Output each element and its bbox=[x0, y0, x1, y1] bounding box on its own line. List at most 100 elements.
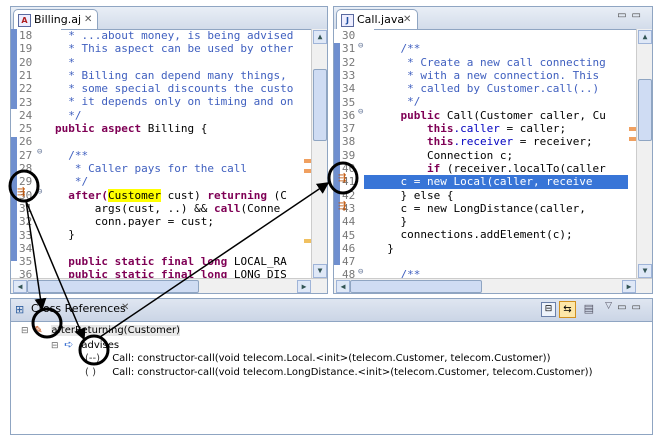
code-line[interactable]: after(Customer cust) returning (C bbox=[55, 188, 297, 202]
code-text: * Billing can depend many things, bbox=[55, 68, 287, 82]
fold-toggle-icon[interactable]: ⊖ bbox=[358, 41, 363, 51]
code-line[interactable]: * This aspect can be used by other bbox=[55, 42, 297, 55]
scroll-thumb[interactable] bbox=[638, 79, 652, 141]
code-line[interactable]: * some special discounts the custo bbox=[55, 82, 297, 95]
code-text: Billing { bbox=[141, 122, 208, 136]
code-line[interactable]: public Call(Customer caller, Cu bbox=[374, 109, 628, 122]
code-line[interactable]: * bbox=[55, 56, 297, 69]
code-line[interactable]: if (receiver.localTo(caller bbox=[374, 162, 628, 175]
line-number: 47 bbox=[342, 255, 356, 269]
call-code[interactable]: /** * Create a new call connecting * wit… bbox=[364, 29, 628, 281]
code-line[interactable]: */ bbox=[55, 175, 297, 188]
view-menu-icon[interactable]: ▽ bbox=[605, 301, 612, 311]
code-line[interactable]: * Billing can depend many things, bbox=[55, 69, 297, 82]
call-change-strip bbox=[334, 43, 340, 265]
billing-code[interactable]: * ...about money, is being advised * Thi… bbox=[55, 29, 297, 281]
xref-relation-row[interactable]: ⊟ ➪ advises bbox=[51, 338, 119, 352]
scroll-left-icon[interactable]: ◀ bbox=[336, 280, 350, 293]
collapse-all-icon[interactable]: ⊟ bbox=[541, 302, 556, 317]
code-line[interactable]: /** bbox=[374, 42, 628, 55]
fold-toggle-icon[interactable]: ⊖ bbox=[37, 187, 42, 197]
billing-tab[interactable]: A Billing.aj ✕ bbox=[13, 9, 98, 29]
line-number: 35 bbox=[19, 255, 33, 269]
fold-toggle-icon[interactable]: ⊖ bbox=[358, 107, 363, 117]
close-icon[interactable]: ✕ bbox=[84, 10, 92, 29]
hscroll-thumb[interactable] bbox=[350, 280, 482, 293]
line-number: 28 bbox=[19, 162, 33, 175]
call-hscroll[interactable]: ◀ ▶ bbox=[334, 278, 652, 293]
overview-mark bbox=[304, 169, 311, 173]
code-line[interactable]: * ...about money, is being advised bbox=[55, 29, 297, 42]
code-line[interactable]: */ bbox=[374, 95, 628, 108]
advised-by-marker-icon[interactable]: ⇶ bbox=[338, 173, 346, 184]
java-file-icon: J bbox=[341, 14, 354, 27]
close-icon[interactable]: ✕ bbox=[121, 302, 129, 313]
xref-item-row[interactable]: (--) Call: constructor-call(void telecom… bbox=[85, 352, 550, 366]
hscroll-thumb[interactable] bbox=[27, 280, 199, 293]
close-icon[interactable]: ✕ bbox=[403, 10, 411, 29]
code-line[interactable]: } bbox=[374, 242, 628, 255]
xref-item-label: Call: constructor-call(void telecom.Long… bbox=[112, 367, 593, 378]
code-line[interactable]: * called by Customer.call(..) bbox=[374, 82, 628, 95]
link-with-editor-icon[interactable]: ⇆ bbox=[559, 301, 576, 318]
code-line[interactable]: /** bbox=[55, 149, 297, 162]
advised-by-marker-icon[interactable]: ⇶ bbox=[338, 201, 346, 212]
collapse-icon[interactable]: ⊟ bbox=[51, 339, 61, 353]
code-line[interactable]: this.receiver = receiver; bbox=[374, 135, 628, 148]
xref-view-icon: ⊞ bbox=[15, 303, 25, 316]
scroll-up-icon[interactable]: ▲ bbox=[638, 30, 652, 44]
scroll-left-icon[interactable]: ◀ bbox=[13, 280, 27, 293]
scroll-thumb[interactable] bbox=[313, 69, 327, 141]
code-line[interactable] bbox=[55, 242, 297, 255]
xref-root-row[interactable]: ⊟ ✎ afterReturning(Customer) bbox=[21, 324, 181, 338]
call-vscroll[interactable]: ▲ ▼ bbox=[636, 29, 652, 279]
code-line[interactable]: args(cust, ..) && call(Conne bbox=[55, 202, 297, 215]
fold-toggle-icon[interactable]: ⊖ bbox=[358, 267, 363, 277]
refresh-icon[interactable]: ▤ bbox=[584, 302, 594, 315]
scroll-up-icon[interactable]: ▲ bbox=[313, 30, 327, 44]
code-line[interactable]: public aspect Billing { bbox=[55, 122, 297, 135]
code-text: c = new Local(caller, receive bbox=[374, 175, 593, 189]
code-line[interactable]: Connection c; bbox=[374, 149, 628, 162]
line-number: 21 bbox=[19, 68, 33, 82]
billing-vscroll[interactable]: ▲ ▼ bbox=[311, 29, 327, 279]
collapse-icon[interactable]: ⊟ bbox=[21, 324, 31, 338]
keyword: returning bbox=[207, 188, 267, 202]
code-line[interactable]: } else { bbox=[374, 189, 628, 202]
scroll-down-icon[interactable]: ▼ bbox=[638, 264, 652, 278]
code-line[interactable]: * it depends only on timing and on bbox=[55, 95, 297, 108]
xref-item-row[interactable]: ( ) Call: constructor-call(void telecom.… bbox=[85, 366, 593, 380]
code-line[interactable]: * Caller pays for the call bbox=[55, 162, 297, 175]
call-gutter: 30 31 32 33 34 35 36 37 38 39 40 41 42 43 44 45 46 47 48 ⇶… bbox=[334, 29, 374, 281]
code-text: * with a new connection. This bbox=[374, 68, 600, 82]
code-line[interactable]: } bbox=[374, 215, 628, 228]
code-line[interactable] bbox=[374, 255, 628, 268]
window-controls[interactable]: ▭▭ bbox=[617, 10, 646, 21]
line-number: 32 bbox=[19, 215, 33, 229]
scroll-right-icon[interactable]: ▶ bbox=[622, 280, 636, 293]
code-line[interactable]: } bbox=[55, 228, 297, 241]
code-line[interactable]: conn.payer = cust; bbox=[55, 215, 297, 228]
code-line[interactable]: public static final long LOCAL_RA bbox=[55, 255, 297, 268]
line-number: 44 bbox=[342, 215, 356, 229]
line-number: 42 bbox=[342, 188, 356, 202]
advice-marker-icon[interactable]: ⇶ bbox=[17, 187, 25, 198]
line-number: 27 bbox=[19, 148, 33, 162]
code-line[interactable]: */ bbox=[55, 109, 297, 122]
billing-hscroll[interactable]: ◀ ▶ bbox=[11, 278, 327, 293]
scroll-down-icon[interactable]: ▼ bbox=[313, 264, 327, 278]
code-text: * Caller pays for the call bbox=[55, 161, 248, 175]
code-line[interactable]: connections.addElement(c); bbox=[374, 228, 628, 241]
line-number: 25 bbox=[19, 122, 33, 136]
code-line[interactable]: this.caller = caller; bbox=[374, 122, 628, 135]
call-tab[interactable]: J Call.java ✕ bbox=[336, 9, 418, 29]
code-line[interactable]: c = new Local(caller, receive bbox=[364, 175, 628, 189]
window-controls[interactable]: ▭▭ bbox=[617, 302, 646, 313]
code-line[interactable]: * Create a new call connecting bbox=[374, 56, 628, 69]
code-line[interactable]: c = new LongDistance(caller, bbox=[374, 202, 628, 215]
code-line[interactable] bbox=[55, 135, 297, 148]
code-line[interactable]: * with a new connection. This bbox=[374, 69, 628, 82]
fold-toggle-icon[interactable]: ⊖ bbox=[37, 147, 42, 157]
scroll-right-icon[interactable]: ▶ bbox=[297, 280, 311, 293]
code-line[interactable] bbox=[374, 29, 628, 42]
